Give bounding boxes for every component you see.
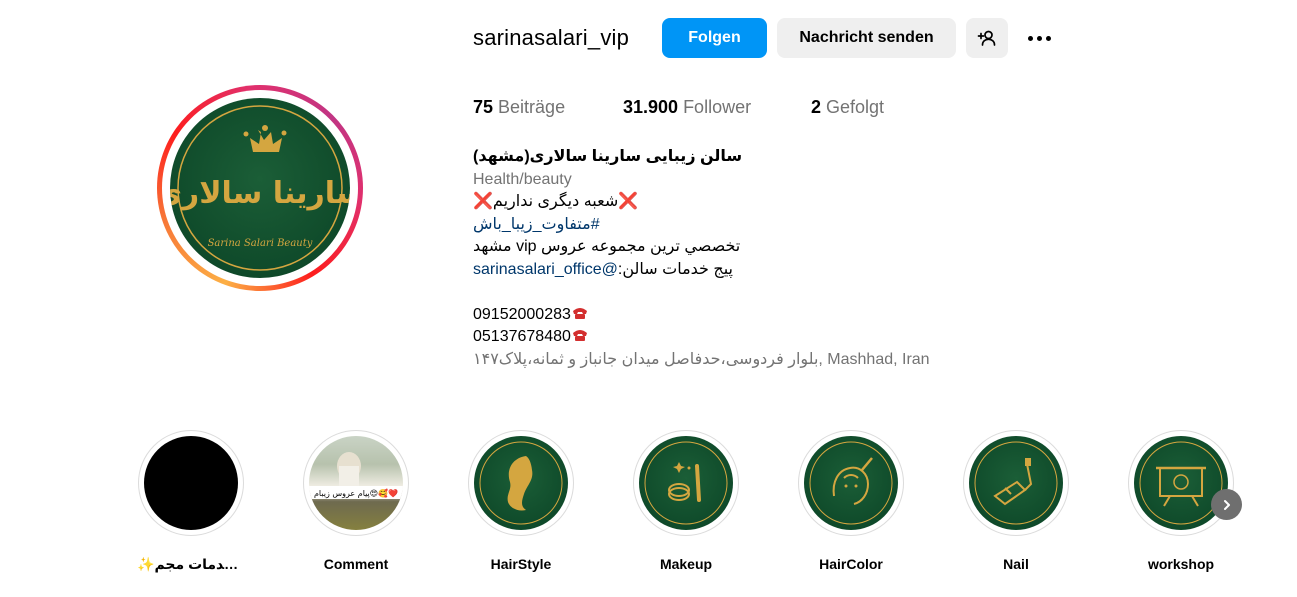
highlights-next-button[interactable]: [1211, 489, 1242, 520]
following-label: Gefolgt: [826, 97, 885, 117]
followers-count-value: 31.900: [623, 97, 679, 117]
highlight-cover: [144, 436, 238, 530]
bio-line-branch: ❌شعبه دیگری نداریم❌: [473, 191, 973, 214]
highlight-label: Nail: [1003, 556, 1029, 572]
profile-full-name: سالن زیبایی سارینا سالاری(مشهد): [473, 148, 743, 165]
avatar-border: سارینا سالاری Sarina Salari Beauty: [162, 90, 358, 286]
highlight-label: workshop: [1147, 556, 1215, 572]
workshop-icon: [1139, 441, 1223, 525]
avatar[interactable]: سارینا سالاری Sarina Salari Beauty: [170, 98, 350, 278]
svg-text:سارینا سالاری: سارینا سالاری: [170, 176, 350, 211]
salon-logo-icon: سارینا سالاری Sarina Salari Beauty: [170, 105, 350, 271]
highlight-label: Makeup: [659, 556, 713, 572]
highlight-ring: [468, 430, 574, 536]
nail-icon: [974, 441, 1058, 525]
highlight-label: HairColor: [819, 556, 883, 572]
bio-blank-line: [473, 281, 973, 304]
telephone-icon: [572, 327, 588, 341]
send-message-button[interactable]: Nachricht senden: [777, 18, 956, 58]
highlight-label: ✨خدمات مجم...: [137, 556, 245, 572]
highlight-hairstyle[interactable]: HairStyle: [467, 430, 575, 572]
highlight-ring: پیام عروس زیبام😍🥰❤️: [303, 430, 409, 536]
crown-icon: [243, 125, 287, 152]
highlight-cover: [804, 436, 898, 530]
followers-link[interactable]: 31.900 Follower: [623, 97, 751, 118]
following-link[interactable]: 2 Gefolgt: [811, 97, 884, 118]
profile-category: Health/beauty: [473, 170, 572, 188]
phone-2-text: 05137678480: [473, 328, 571, 345]
highlight-cover: [1134, 436, 1228, 530]
followers-label: Follower: [683, 97, 752, 117]
highlight-nail[interactable]: Nail: [962, 430, 1070, 572]
highlight-ring: [963, 430, 1069, 536]
following-count-value: 2: [811, 97, 822, 117]
hairstyle-icon: [479, 441, 563, 525]
bio-specialty-line: تخصصي ترین مجموعه عروس vip مشهد: [473, 238, 741, 255]
person-plus-icon: [977, 30, 996, 46]
highlight-label: Comment: [323, 556, 389, 572]
makeup-icon: [644, 441, 728, 525]
posts-count-value: 75: [473, 97, 494, 117]
profile-avatar-ring[interactable]: سارینا سالاری Sarina Salari Beauty: [157, 85, 363, 291]
highlight-ring: [1128, 430, 1234, 536]
highlight-cover: [969, 436, 1063, 530]
more-options-icon[interactable]: [1022, 26, 1056, 50]
suggested-accounts-button[interactable]: [966, 18, 1008, 58]
highlight-services[interactable]: ✨خدمات مجم...: [137, 430, 245, 573]
x-mark-icon: ❌: [618, 193, 639, 210]
svg-text:Sarina Salari Beauty: Sarina Salari Beauty: [208, 238, 313, 249]
highlight-cover: پیام عروس زیبام😍🥰❤️: [309, 436, 403, 530]
bio-hashtag-link[interactable]: #متفاوت_زیبا_باش: [473, 214, 973, 237]
bride-photo-icon: پیام عروس زیبام😍🥰❤️: [309, 452, 403, 499]
profile-username[interactable]: sarinasalari_vip: [473, 25, 629, 51]
highlight-ring: [798, 430, 904, 536]
posts-count: 75 Beiträge: [473, 97, 565, 118]
haircolor-icon: [809, 441, 893, 525]
highlight-ring: [138, 430, 244, 536]
highlight-haircolor[interactable]: HairColor: [797, 430, 905, 572]
bio-phone-1: 09152000283: [473, 304, 973, 327]
follow-button[interactable]: Folgen: [662, 18, 767, 58]
highlight-cover: [474, 436, 568, 530]
profile-bio: سالن زیبایی سارینا سالاری(مشهد) Health/b…: [473, 146, 973, 371]
posts-label: Beiträge: [498, 97, 566, 117]
bio-phone-2: 05137678480: [473, 326, 973, 349]
highlight-cover: [639, 436, 733, 530]
highlight-label: HairStyle: [490, 556, 552, 572]
bio-address[interactable]: بلوار فردوسی،حدفاصل میدان جانباز و ثمانه…: [473, 349, 973, 372]
highlight-makeup[interactable]: Makeup: [632, 430, 740, 572]
bio-office-line: پیج خدمات سالن:@sarinasalari_office: [473, 259, 973, 282]
highlight-comment[interactable]: پیام عروس زیبام😍🥰❤️ Comment: [302, 430, 410, 572]
office-account-link[interactable]: @sarinasalari_office: [473, 261, 618, 278]
highlight-ring: [633, 430, 739, 536]
telephone-icon: [572, 305, 588, 319]
chevron-right-icon: [1223, 499, 1230, 510]
bio-office-label: پیج خدمات سالن:: [617, 260, 733, 278]
x-mark-icon: ❌: [473, 193, 493, 210]
phone-1-text: 09152000283: [473, 305, 571, 323]
svg-text:پیام عروس زیبام😍🥰❤️: پیام عروس زیبام😍🥰❤️: [314, 488, 398, 498]
bio-branch-text: شعبه دیگری نداریم: [492, 193, 619, 210]
